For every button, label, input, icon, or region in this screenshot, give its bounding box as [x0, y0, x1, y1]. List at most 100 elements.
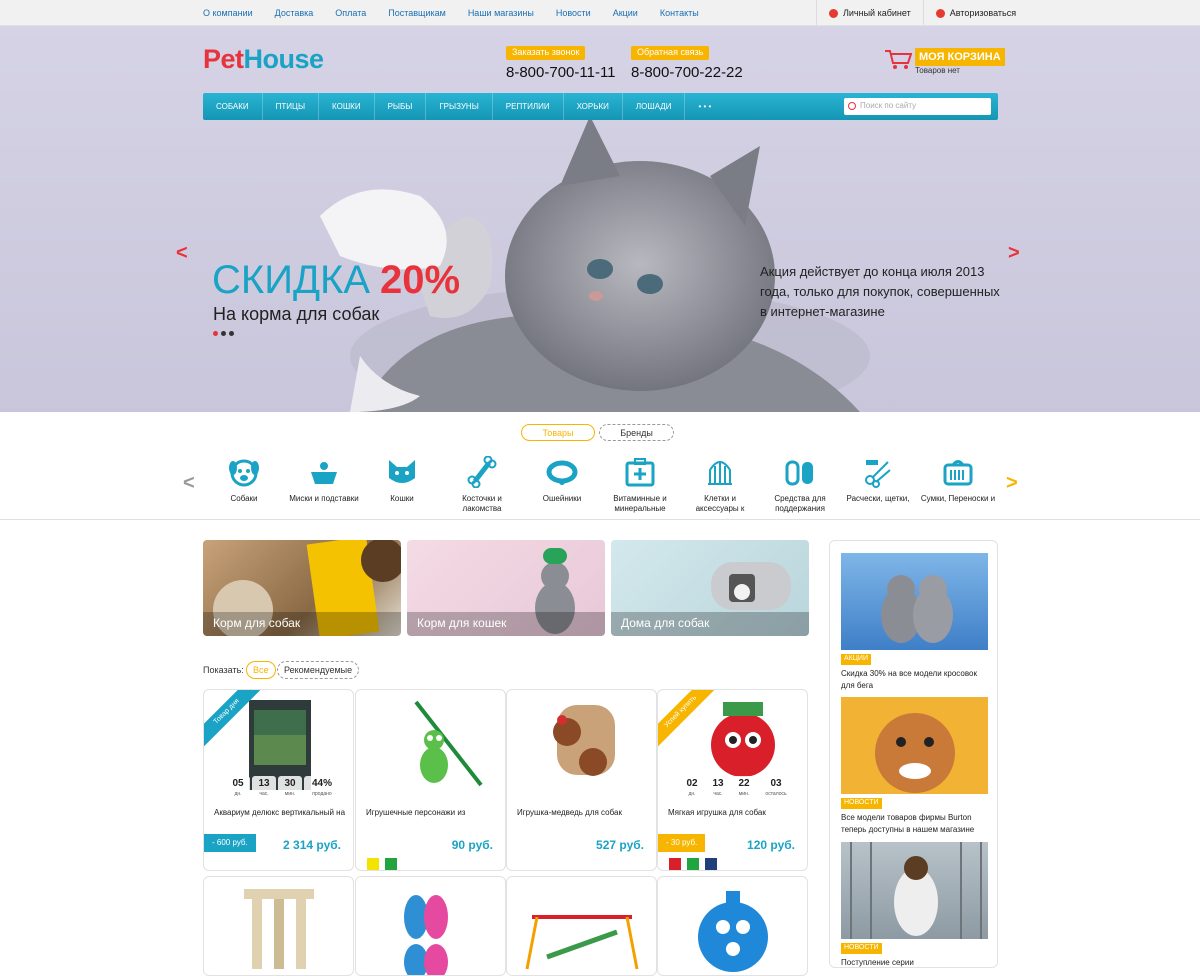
login-link[interactable]: Авторизоваться: [922, 0, 1028, 26]
nav-ferrets[interactable]: ХОРЬКИ: [564, 93, 623, 120]
category-label: Косточки и лакомства: [462, 494, 502, 513]
filter-all[interactable]: Все: [246, 661, 276, 679]
slider-next-icon[interactable]: >: [1008, 242, 1020, 265]
slider-dot[interactable]: [213, 331, 218, 336]
slider-dot[interactable]: [221, 331, 226, 336]
category-cages[interactable]: Клетки и аксессуары к: [682, 446, 758, 514]
hero-title: СКИДКА: [212, 258, 371, 302]
top-nav-contacts[interactable]: Контакты: [660, 8, 699, 18]
product-card[interactable]: Игрушка-медведь для собак 527 руб.: [506, 689, 657, 871]
timer-cell: 13 час.: [706, 776, 730, 800]
site-logo[interactable]: PetHouse: [203, 44, 324, 75]
categories-next-icon[interactable]: >: [1006, 472, 1018, 495]
banner-label: Корм для кошек: [407, 612, 605, 636]
timer-cell: 22 мин.: [732, 776, 756, 800]
top-nav-about[interactable]: О компании: [203, 8, 253, 18]
category-bowls[interactable]: Миски и подставки: [286, 446, 362, 504]
nav-horses[interactable]: ЛОШАДИ: [623, 93, 686, 120]
bear-toy-image: [553, 705, 615, 776]
account-links: Личный кабинет Авторизоваться: [816, 0, 1028, 26]
top-nav-delivery[interactable]: Доставка: [275, 8, 314, 18]
nav-rodents[interactable]: ГРЫЗУНЫ: [426, 93, 493, 120]
cart-status: Товаров нет: [915, 66, 960, 75]
categories-prev-icon[interactable]: <: [183, 472, 195, 495]
search-input[interactable]: Поиск по сайту: [844, 98, 991, 115]
color-swatch-yellow[interactable]: [367, 858, 379, 870]
banner-cat-food[interactable]: Корм для кошек: [407, 540, 605, 636]
cart-button[interactable]: МОЯ КОРЗИНА: [915, 48, 1005, 66]
product-card[interactable]: Товар дня 05 дн. 13 час. 30 мин. 44% продано…: [203, 689, 354, 871]
callback-button[interactable]: Заказать звонок: [506, 46, 586, 60]
top-nav-suppliers[interactable]: Поставщикам: [388, 8, 446, 18]
ball-toy-image: [698, 891, 768, 972]
product-card[interactable]: [203, 876, 354, 976]
color-swatch-blue[interactable]: [705, 858, 717, 870]
nav-more[interactable]: • • •: [685, 93, 724, 120]
nav-cats[interactable]: КОШКИ: [319, 93, 375, 120]
category-label: Витаминные и минеральные: [613, 494, 667, 513]
product-name[interactable]: Игрушечные персонажи из: [366, 808, 505, 817]
product-name[interactable]: Аквариум делюкс вертикальный на: [214, 808, 353, 817]
search-placeholder: Поиск по сайту: [860, 101, 917, 110]
nav-reptiles[interactable]: РЕПТИЛИИ: [493, 93, 564, 120]
kittens-image: [881, 575, 953, 643]
top-nav-payment[interactable]: Оплата: [335, 8, 366, 18]
color-swatch-green[interactable]: [687, 858, 699, 870]
banner-label: Дома для собак: [611, 612, 809, 636]
category-carriers[interactable]: Сумки, Переноски и: [920, 446, 996, 504]
playground-image: [525, 915, 639, 970]
nav-birds[interactable]: ПТИЦЫ: [263, 93, 320, 120]
timer-cell: 13 час.: [252, 776, 276, 800]
category-cats[interactable]: Кошки: [364, 446, 440, 504]
top-nav-news[interactable]: Новости: [556, 8, 591, 18]
news-text[interactable]: Поступление серии: [841, 957, 991, 967]
category-combs[interactable]: Расчески, щетки,: [840, 446, 916, 504]
category-dogs[interactable]: Собаки: [206, 446, 282, 504]
news-tag: НОВОСТИ: [841, 943, 882, 954]
hero-banner: СКИДКА 20% На корма для собак Акция дейс…: [0, 26, 1200, 412]
news-image[interactable]: [841, 842, 988, 939]
product-card[interactable]: Успей купить 02 дн. 13 час. 22 мин. 03 остал…: [657, 689, 808, 871]
category-vitamins[interactable]: Витаминные и минеральные: [602, 446, 678, 514]
top-nav-stores[interactable]: Наши магазины: [468, 8, 534, 18]
product-card[interactable]: [506, 876, 657, 976]
product-name[interactable]: Мягкая игрушка для собак: [668, 808, 807, 817]
slider-dot[interactable]: [229, 331, 234, 336]
hero-percent: 20%: [380, 258, 461, 302]
nav-dogs[interactable]: СОБАКИ: [203, 93, 263, 120]
color-swatch-green[interactable]: [385, 858, 397, 870]
feedback-button[interactable]: Обратная связь: [631, 46, 710, 60]
timer-cell: 05 дн.: [226, 776, 250, 800]
category-care[interactable]: Средства для поддержания: [762, 446, 838, 514]
product-card[interactable]: [355, 876, 506, 976]
slider-dots: [213, 331, 234, 336]
slider-prev-icon[interactable]: <: [176, 242, 188, 265]
product-price: 90 руб.: [451, 838, 493, 852]
banner-label: Корм для собак: [203, 612, 401, 636]
category-collars[interactable]: Ошейники: [524, 446, 600, 504]
product-card[interactable]: Игрушечные персонажи из 90 руб.: [355, 689, 506, 871]
product-card[interactable]: [657, 876, 808, 976]
news-image[interactable]: [841, 553, 988, 650]
category-bones[interactable]: Косточки и лакомства: [444, 446, 520, 514]
tab-goods[interactable]: Товары: [521, 424, 595, 441]
product-name[interactable]: Игрушка-медведь для собак: [517, 808, 656, 817]
cart-icon[interactable]: [884, 48, 912, 70]
top-nav-promo[interactable]: Акции: [613, 8, 638, 18]
filter-recommended[interactable]: Рекомендуемые: [277, 661, 360, 679]
banner-dog-houses[interactable]: Дома для собак: [611, 540, 809, 636]
color-swatch-red[interactable]: [669, 858, 681, 870]
category-label: Клетки и аксессуары к: [695, 494, 745, 513]
filter-label: Показать:: [203, 665, 244, 675]
tab-brands[interactable]: Бренды: [599, 424, 674, 441]
news-sidebar: АКЦИИ Скидка 30% на все модели кросовок …: [829, 540, 998, 968]
nav-fish[interactable]: РЫБЫ: [375, 93, 427, 120]
dog-gate-image: [850, 842, 982, 939]
banner-dog-food[interactable]: Корм для собак: [203, 540, 401, 636]
cabinet-link[interactable]: Личный кабинет: [816, 0, 923, 26]
news-text[interactable]: Все модели товаров фирмы Burton теперь д…: [841, 812, 991, 836]
news-text[interactable]: Скидка 30% на все модели кросовок для бе…: [841, 668, 991, 692]
category-label: Ошейники: [542, 494, 582, 503]
news-image[interactable]: [841, 697, 988, 794]
top-bar: О компании Доставка Оплата Поставщикам Н…: [0, 0, 1200, 26]
